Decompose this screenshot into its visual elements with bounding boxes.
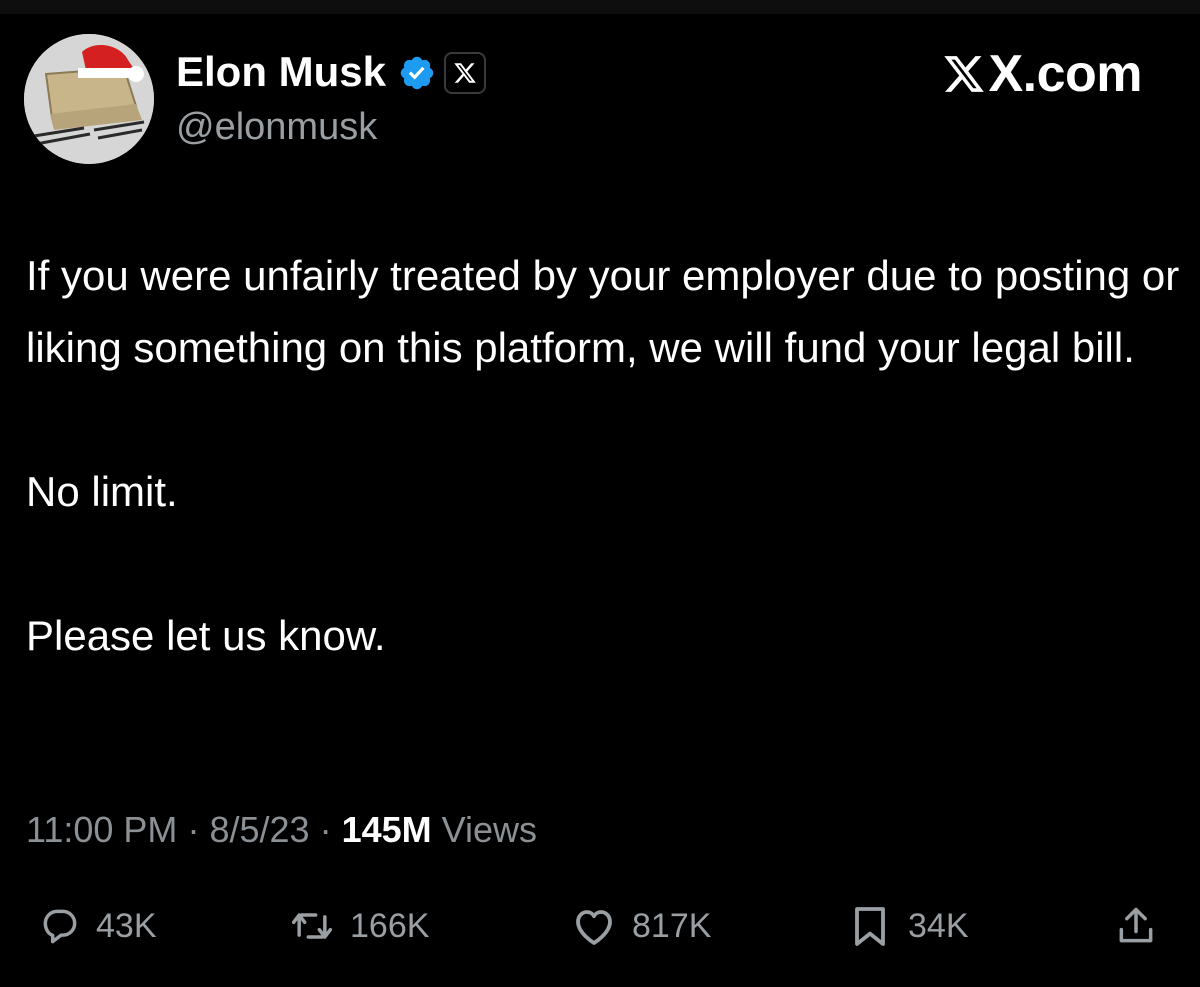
like-count: 817K [632, 906, 712, 945]
views-label: Views [441, 809, 538, 850]
reply-icon [43, 909, 77, 944]
verified-badge-icon [400, 56, 434, 90]
tweet-paragraph: Please let us know. [26, 612, 386, 659]
repost-icon [291, 913, 333, 939]
bookmark-button[interactable]: 34K [846, 898, 969, 954]
action-bar: 43K 166K 817K 34K [0, 898, 1200, 954]
avatar-image [24, 34, 154, 164]
tweet-date[interactable]: 8/5/23 [209, 809, 309, 850]
author-display-name[interactable]: Elon Musk [176, 46, 386, 98]
heart-icon [576, 910, 612, 945]
repost-button[interactable]: 166K [288, 898, 429, 954]
share-icon [1119, 907, 1153, 943]
bookmark-icon [855, 907, 885, 946]
tweet-paragraph: No limit. [26, 468, 178, 515]
tweet-text: If you were unfairly treated by your emp… [26, 240, 1186, 672]
brand-wordmark: X.com [942, 46, 1142, 102]
reply-button[interactable]: 43K [38, 898, 157, 954]
x-logo-icon [454, 63, 476, 83]
top-band [0, 0, 1200, 14]
views-count: 145M [341, 809, 432, 850]
avatar[interactable] [24, 34, 154, 164]
author-handle[interactable]: @elonmusk [176, 104, 377, 150]
meta-separator: · [187, 809, 200, 850]
bookmark-count: 34K [908, 906, 969, 945]
repost-count: 166K [350, 906, 430, 945]
reply-count: 43K [96, 906, 157, 945]
like-button[interactable]: 817K [570, 898, 711, 954]
tweet-time[interactable]: 11:00 PM [26, 809, 177, 850]
brand-x-logo-icon [944, 56, 985, 92]
brand-text: X.com [988, 45, 1142, 103]
tweet-paragraph: If you were unfairly treated by your emp… [26, 252, 1180, 371]
meta-separator: · [319, 809, 332, 850]
tweet-meta: 11:00 PM · 8/5/23 · 145M Views [26, 806, 537, 854]
affiliate-badge[interactable] [444, 52, 486, 94]
share-button[interactable] [1114, 898, 1158, 954]
